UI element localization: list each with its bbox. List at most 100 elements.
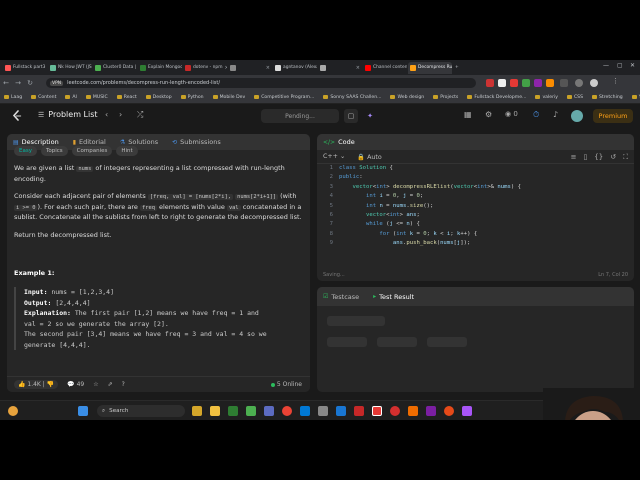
chrome-icon[interactable] <box>282 406 292 416</box>
layout-icon[interactable]: ▦ <box>464 110 472 119</box>
browser-tab[interactable]: × <box>228 62 272 74</box>
vpn-badge[interactable]: VPN <box>50 80 64 86</box>
tab-close-icon[interactable]: × <box>225 65 228 71</box>
address-bar[interactable]: VPN leetcode.com/problems/decompress-run… <box>46 78 476 88</box>
code-line[interactable]: 9 ans.push_back(nums[j]); <box>317 239 634 248</box>
bookmark-item[interactable]: Stretching <box>592 95 623 100</box>
taskbar-app-icon[interactable] <box>318 406 328 416</box>
close-window-icon[interactable]: ✕ <box>630 62 635 69</box>
code-line[interactable]: 1 class Solution { <box>317 164 634 173</box>
code-line[interactable]: 2 public: <box>317 173 634 182</box>
bookmark-item[interactable]: Laag <box>4 95 22 100</box>
user-avatar[interactable] <box>571 110 583 122</box>
back-icon[interactable]: ← <box>0 79 12 87</box>
extension-icon[interactable] <box>546 79 554 87</box>
weather-icon[interactable] <box>8 406 18 416</box>
auto-mode-toggle[interactable]: 🔒 Auto <box>357 153 381 161</box>
taskbar-app-icon[interactable] <box>462 406 472 416</box>
taskbar-app-icon[interactable] <box>336 406 346 416</box>
taskbar-search[interactable]: ⌕ Search <box>97 405 185 417</box>
start-windows-icon[interactable] <box>78 406 88 416</box>
code-line[interactable]: 6 vector<int> ans; <box>317 211 634 220</box>
code-line[interactable]: 7 while (j <= n) { <box>317 220 634 229</box>
forward-icon[interactable]: → <box>12 79 24 87</box>
premium-button[interactable]: Premium <box>593 109 633 123</box>
taskbar-app-icon[interactable] <box>192 406 202 416</box>
leetcode-logo-icon[interactable] <box>12 110 22 122</box>
taskbar-app-icon[interactable] <box>390 406 400 416</box>
bookmark-item[interactable]: Projects <box>433 95 458 100</box>
bookmark-item[interactable]: Mobile Dev <box>212 95 245 100</box>
browser-tab[interactable]: Nk How JWT (JSON Web T× <box>48 62 92 74</box>
code-tab[interactable]: </> Code <box>323 138 355 146</box>
browser-tab[interactable]: agntanov (Alexander Pe× <box>273 62 317 74</box>
code-line[interactable]: 5 int n = nums.size(); <box>317 202 634 211</box>
bookmark-item[interactable]: React <box>116 95 137 100</box>
extension-icon[interactable] <box>486 79 494 87</box>
language-select[interactable]: C++ ⌄ <box>323 153 345 160</box>
browser-tab[interactable]: Explain Mongoose Opti...× <box>138 62 182 74</box>
profile-avatar-icon[interactable] <box>590 79 598 87</box>
bookmark-item[interactable]: CSS <box>566 95 583 100</box>
notes-icon[interactable]: ▢ <box>344 109 358 123</box>
code-line[interactable]: 8 for (int k = 0; k < i; k++) { <box>317 230 634 239</box>
braces-icon[interactable]: {} <box>594 153 603 162</box>
prev-problem-icon[interactable]: ‹ <box>105 110 108 119</box>
extension-icon[interactable] <box>510 79 518 87</box>
problem-list-button[interactable]: ☰ Problem List <box>38 110 98 119</box>
format-icon[interactable]: ≡ <box>571 153 577 162</box>
taskbar-app-icon[interactable] <box>264 406 274 416</box>
bookmark-item[interactable]: Sonny SAAS Challen... <box>323 95 381 100</box>
topics-chip[interactable]: Topics <box>40 146 68 156</box>
like-button[interactable]: 👍 1.4K | 👎 <box>14 380 59 389</box>
bookmark-item[interactable]: Python <box>180 95 204 100</box>
bookmark-item[interactable]: Content <box>31 95 56 100</box>
extensions-puzzle-icon[interactable] <box>560 79 568 87</box>
bookmark-item[interactable]: Web design <box>390 95 424 100</box>
next-problem-icon[interactable]: › <box>119 110 122 119</box>
bookmark-icon[interactable]: ▯ <box>583 153 587 162</box>
minimize-icon[interactable]: — <box>603 62 609 69</box>
bookmark-item[interactable]: MUSIC <box>85 95 108 100</box>
companies-chip[interactable]: Companies <box>71 146 113 156</box>
taskbar-app-icon[interactable] <box>408 406 418 416</box>
code-line[interactable]: 3 vector<int> decompressRLElist(vector<i… <box>317 183 634 192</box>
comments-button[interactable]: 💬 49 <box>67 381 84 388</box>
difficulty-badge[interactable]: Easy <box>14 146 37 156</box>
tab-testcase[interactable]: ☑ Testcase <box>323 293 359 301</box>
extension-icon[interactable] <box>522 79 530 87</box>
timer-icon[interactable]: ⏱ <box>533 110 539 120</box>
tab-test-result[interactable]: ▸ Test Result <box>373 293 414 301</box>
tab-description[interactable]: ▤ Description <box>13 138 59 146</box>
shuffle-icon[interactable]: ⤮ <box>137 110 143 120</box>
tab-editorial[interactable]: ▮ Editorial <box>73 138 106 146</box>
bookmark-item[interactable]: Fullstack Developme... <box>467 95 526 100</box>
settings-gear-icon[interactable]: ⚙ <box>485 110 492 119</box>
favorite-star-icon[interactable]: ☆ <box>93 381 98 388</box>
reload-icon[interactable]: ↻ <box>24 79 36 87</box>
notifications-icon[interactable]: ♪ <box>553 110 558 119</box>
code-editor[interactable]: 1 class Solution {2 public: 3 vector<int> d… <box>317 164 634 281</box>
taskbar-app-icon[interactable] <box>354 406 364 416</box>
opera-icon[interactable] <box>372 406 382 416</box>
browser-tab[interactable]: × <box>318 62 362 74</box>
tab-submissions[interactable]: ⟲ Submissions <box>172 138 221 146</box>
reset-icon[interactable]: ↺ <box>610 153 616 162</box>
new-tab-button[interactable]: + <box>453 62 463 74</box>
vscode-icon[interactable] <box>300 406 310 416</box>
browser-tab[interactable]: Fullstack part3 | prope...× <box>3 62 47 74</box>
browser-tab[interactable]: Channel content - YouTu× <box>363 62 407 74</box>
extension-icon[interactable] <box>498 79 506 87</box>
ai-sparkle-icon[interactable]: ✦ <box>363 109 377 123</box>
share-icon[interactable]: ⇗ <box>108 381 113 388</box>
bookmark-item[interactable]: YouTube <box>631 95 640 100</box>
bookmark-item[interactable]: AI <box>65 95 77 100</box>
tab-solutions[interactable]: ⚗ Solutions <box>120 138 158 146</box>
bookmark-item[interactable]: valeriy <box>535 95 558 100</box>
browser-tab[interactable]: dotenv - npm × <box>183 62 227 74</box>
pending-button[interactable]: Pending... <box>261 109 339 123</box>
profile-avatar-icon[interactable] <box>575 79 583 87</box>
help-icon[interactable]: ? <box>122 381 125 388</box>
coins-counter[interactable]: ◉ 0 <box>505 110 518 118</box>
taskbar-app-icon[interactable] <box>426 406 436 416</box>
